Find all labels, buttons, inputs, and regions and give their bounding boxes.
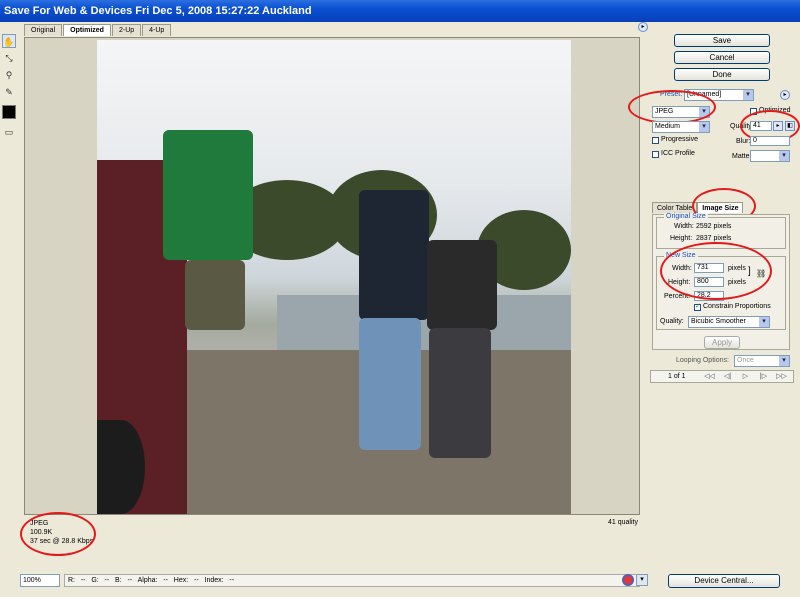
hand-icon[interactable]: ✋ — [2, 34, 16, 48]
save-button[interactable]: Save — [674, 34, 770, 47]
next-frame-icon[interactable]: |▷ — [758, 372, 769, 381]
constrain-proportions-checkbox[interactable] — [694, 302, 701, 311]
frame-count: 1 of 1 — [668, 373, 686, 380]
tab-4-up[interactable]: 4-Up — [142, 24, 172, 36]
looping-options-select[interactable]: Once — [734, 355, 790, 367]
done-button[interactable]: Done — [674, 68, 770, 81]
cancel-button[interactable]: Cancel — [674, 51, 770, 64]
optimized-preview-image — [97, 40, 571, 514]
tab-2-up[interactable]: 2-Up — [111, 24, 142, 36]
first-frame-icon[interactable]: ◁◁ — [704, 372, 715, 381]
settings-panel: Save Cancel Done ▸ Preset: [Unnamed] ▸ J… — [628, 22, 800, 570]
icc-profile-label: ICC Profile — [661, 150, 695, 157]
slice-select-icon[interactable]: ⤡ — [2, 51, 16, 65]
resample-quality-label: Quality: — [660, 318, 684, 325]
annotation-circle — [660, 242, 772, 300]
preview-area[interactable] — [24, 37, 640, 515]
last-frame-icon[interactable]: ▷▷ — [776, 372, 787, 381]
eyedropper-color-swatch[interactable] — [2, 105, 16, 119]
play-icon[interactable]: ▷ — [740, 372, 751, 381]
apply-button[interactable]: Apply — [704, 336, 740, 349]
annotation-circle — [20, 512, 96, 556]
matte-select[interactable] — [750, 150, 790, 162]
color-readout: R: -- G: -- B: -- Alpha: -- Hex: -- Inde… — [64, 573, 640, 587]
zoom-icon[interactable]: ⚲ — [2, 68, 16, 82]
orig-width-value: 2592 pixels — [696, 223, 732, 230]
matte-label: Matte: — [732, 153, 752, 160]
tab-color-table[interactable]: Color Table — [652, 202, 698, 213]
device-central-button[interactable]: Device Central... — [668, 574, 780, 588]
browser-menu-button[interactable]: ▾ — [636, 574, 648, 586]
icc-profile-checkbox[interactable] — [652, 151, 659, 158]
compression-select[interactable]: Medium — [652, 121, 710, 133]
orig-width-label: Width: — [674, 223, 694, 230]
annotation-circle — [628, 90, 716, 124]
orig-height-label: Height: — [670, 235, 693, 242]
orig-height-value: 2837 pixels — [696, 235, 732, 242]
original-size-title: Original Size — [664, 213, 708, 220]
panel-menu-icon[interactable]: ▸ — [638, 22, 648, 32]
slices-visibility-icon[interactable]: ▭ — [2, 125, 16, 139]
previous-frame-icon[interactable]: ◁| — [722, 372, 733, 381]
tab-original[interactable]: Original — [24, 24, 63, 36]
resample-quality-select[interactable]: Bicubic Smoother — [688, 316, 770, 328]
optimize-menu-icon[interactable]: ▸ — [780, 90, 790, 100]
toolbox: ✋ ⤡ ⚲ ✎ ▭ — [2, 34, 18, 142]
window-title: Save For Web & Devices Fri Dec 5, 2008 1… — [0, 0, 800, 22]
blur-input[interactable]: 0 — [750, 136, 790, 146]
progressive-checkbox[interactable] — [652, 137, 659, 144]
browser-preview-icon[interactable] — [622, 574, 634, 586]
zoom-select[interactable]: 100% — [20, 573, 60, 587]
progressive-label: Progressive — [661, 136, 698, 143]
looping-options-label: Looping Options: — [676, 357, 729, 364]
preview-quality: 41 quality — [608, 519, 638, 526]
constrain-proportions-label: Constrain Proportions — [703, 303, 771, 310]
blur-label: Blur: — [736, 138, 751, 145]
tab-optimized[interactable]: Optimized — [63, 24, 111, 36]
eyedropper-icon[interactable]: ✎ — [2, 85, 16, 99]
status-bar: 100% R: -- G: -- B: -- Alpha: -- Hex: --… — [20, 573, 640, 587]
view-tabs: Original Optimized 2-Up 4-Up — [24, 24, 172, 36]
